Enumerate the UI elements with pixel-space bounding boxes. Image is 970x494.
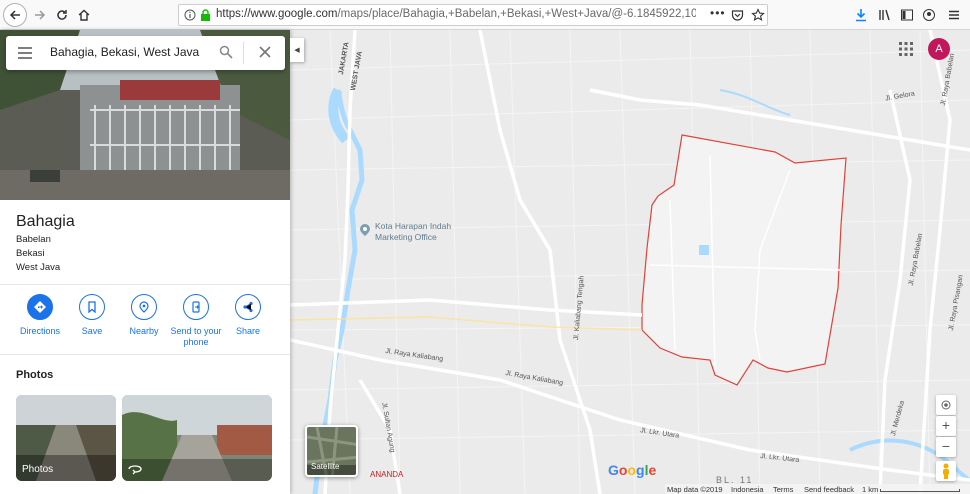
bookmark-icon bbox=[88, 301, 96, 313]
directions-icon bbox=[34, 301, 46, 313]
forward-button[interactable] bbox=[28, 3, 52, 27]
account-icon[interactable] bbox=[922, 8, 936, 22]
send-to-phone-icon bbox=[192, 301, 200, 313]
save-button[interactable]: Save bbox=[62, 294, 122, 337]
close-icon[interactable] bbox=[259, 46, 271, 58]
terms-link[interactable]: Terms bbox=[773, 485, 793, 494]
save-label: Save bbox=[81, 326, 103, 336]
pegman-button[interactable] bbox=[936, 461, 956, 481]
nearby-icon bbox=[139, 301, 149, 313]
scale-label[interactable]: 1 km bbox=[862, 485, 878, 494]
poi-pin-icon[interactable] bbox=[360, 223, 370, 241]
pocket-icon[interactable] bbox=[731, 9, 744, 22]
menu-icon[interactable] bbox=[947, 8, 961, 22]
back-button[interactable] bbox=[3, 3, 27, 27]
nearby-label: Nearby bbox=[129, 326, 159, 336]
search-icon[interactable] bbox=[219, 45, 233, 59]
url-text: https://www.google.com/maps/place/Bahagi… bbox=[216, 8, 696, 20]
satellite-toggle[interactable]: Satellite bbox=[305, 425, 358, 477]
account-avatar[interactable]: A bbox=[928, 38, 950, 60]
search-box bbox=[6, 36, 285, 70]
hamburger-menu-icon[interactable] bbox=[18, 47, 32, 59]
poi-label-1[interactable]: Kota Harapan Indah bbox=[375, 221, 451, 231]
more-actions-icon[interactable]: ••• bbox=[710, 6, 726, 20]
photo-360-thumbnail[interactable] bbox=[122, 395, 272, 481]
satellite-label: Satellite bbox=[311, 462, 340, 471]
360-view-icon bbox=[128, 465, 142, 475]
home-button[interactable] bbox=[72, 3, 96, 27]
send-to-phone-button[interactable]: Send to your phone bbox=[166, 294, 226, 348]
pegman-icon bbox=[943, 463, 949, 479]
download-icon[interactable] bbox=[854, 8, 868, 22]
address-line-2: Bekasi bbox=[16, 248, 45, 259]
caret-left-icon: ◀ bbox=[294, 47, 300, 54]
scale-bar bbox=[880, 489, 960, 492]
browser-toolbar: https://www.google.com/maps/place/Bahagi… bbox=[0, 0, 970, 30]
photos-heading: Photos bbox=[16, 369, 54, 381]
arrow-left-icon bbox=[9, 10, 20, 20]
share-label: Share bbox=[235, 326, 261, 336]
google-logo: Google bbox=[608, 462, 657, 478]
photos-thumb-label: Photos bbox=[22, 464, 54, 475]
my-location-icon bbox=[941, 400, 951, 410]
my-location-button[interactable] bbox=[936, 395, 956, 415]
poi-label-ananda[interactable]: ANANDA bbox=[370, 470, 403, 479]
map-canvas[interactable]: JAKARTA WEST JAVA Kota Harapan Indah Mar… bbox=[290, 30, 970, 494]
address-bar[interactable]: https://www.google.com/maps/place/Bahagi… bbox=[178, 4, 768, 26]
divider bbox=[0, 284, 290, 285]
region-link[interactable]: Indonesia bbox=[731, 485, 764, 494]
reload-button[interactable] bbox=[50, 3, 74, 27]
bookmark-star-icon[interactable] bbox=[751, 8, 765, 22]
reload-icon bbox=[57, 10, 67, 20]
address-line-1: Babelan bbox=[16, 234, 51, 245]
library-icon[interactable] bbox=[878, 8, 892, 22]
divider bbox=[0, 354, 290, 355]
directions-button[interactable]: Directions bbox=[10, 294, 70, 337]
search-divider bbox=[243, 42, 244, 64]
lock-icon bbox=[201, 9, 210, 21]
nearby-button[interactable]: Nearby bbox=[114, 294, 174, 337]
photo-thumbnail[interactable]: Photos bbox=[16, 395, 116, 481]
home-icon bbox=[78, 9, 90, 21]
map-drawing bbox=[290, 30, 970, 494]
sidebar-icon[interactable] bbox=[900, 8, 914, 22]
directions-label: Directions bbox=[19, 326, 60, 336]
place-title: Bahagia bbox=[16, 213, 75, 230]
send-to-phone-label: Send to your phone bbox=[170, 326, 222, 347]
share-icon bbox=[243, 301, 253, 313]
map-footer: Map data ©2019 Indonesia Terms Send feed… bbox=[665, 484, 970, 494]
arrow-right-icon bbox=[35, 10, 46, 20]
google-apps-icon[interactable] bbox=[897, 40, 915, 58]
address-line-3: West Java bbox=[16, 262, 61, 273]
place-panel: Bahagia Babelan Bekasi West Java Directi… bbox=[0, 30, 290, 494]
share-button[interactable]: Share bbox=[218, 294, 278, 337]
search-input[interactable] bbox=[50, 45, 210, 59]
village-photo bbox=[122, 395, 272, 481]
send-feedback-link[interactable]: Send feedback bbox=[804, 485, 854, 494]
info-icon[interactable] bbox=[184, 9, 196, 21]
map-data-text: Map data ©2019 bbox=[667, 485, 723, 494]
collapse-panel-button[interactable]: ◀ bbox=[290, 38, 304, 62]
zoom-out-button[interactable]: − bbox=[936, 437, 956, 457]
zoom-in-button[interactable]: + bbox=[936, 416, 956, 436]
poi-label-2[interactable]: Marketing Office bbox=[375, 232, 437, 242]
